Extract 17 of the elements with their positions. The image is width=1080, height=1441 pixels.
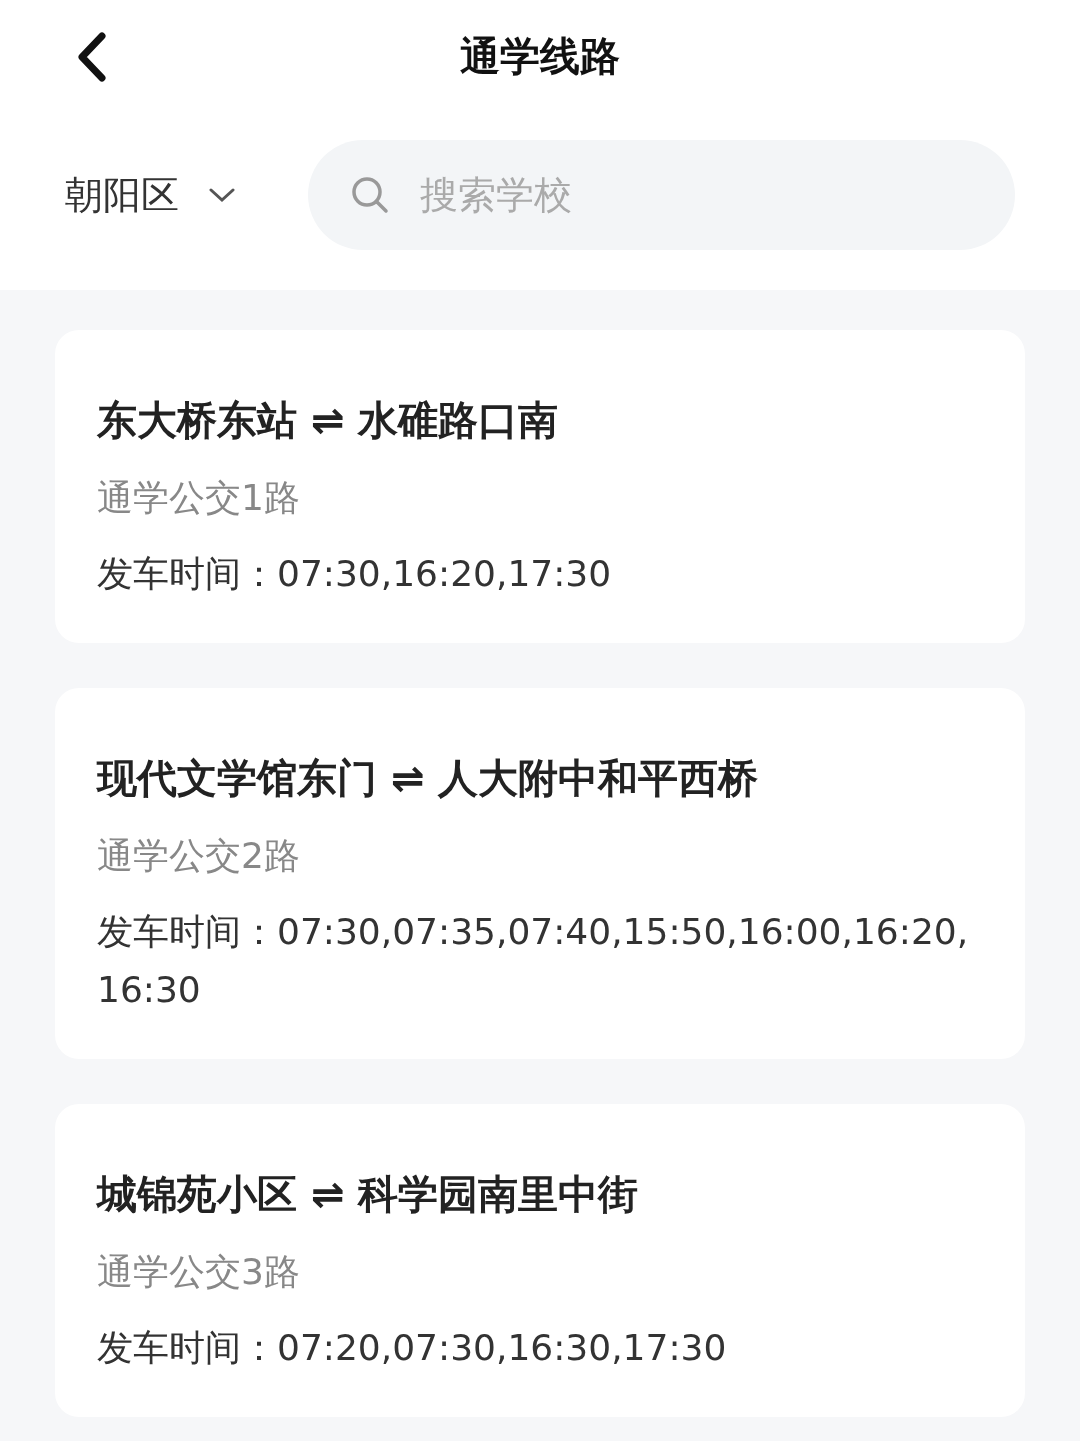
search-icon [350, 175, 390, 215]
route-card[interactable]: 城锦苑小区 ⇌ 科学园南里中街 通学公交3路 发车时间：07:20,07:30,16:30,17:30 [55, 1104, 1025, 1417]
page-title: 通学线路 [460, 32, 620, 81]
route-card[interactable]: 东大桥东站 ⇌ 水碓路口南 通学公交1路 发车时间：07:30,16:20,17:30 [55, 330, 1025, 643]
departure-times: 发车时间：07:30,07:35,07:40,15:50,16:00,16:20,16:30 [97, 910, 970, 1012]
bus-line-name: 通学公交3路 [97, 1250, 301, 1294]
route-card[interactable]: 现代文学馆东门 ⇌ 人大附中和平西桥 通学公交2路 发车时间：07:30,07:35,07:40,15:50,16:00,16:20,16:30 [55, 688, 1025, 1059]
bus-line-name: 通学公交2路 [97, 834, 301, 878]
search-field[interactable]: 搜索学校 [308, 140, 1015, 250]
district-dropdown[interactable]: 朝阳区 [65, 166, 308, 224]
route-title: 现代文学馆东门 ⇌ 人大附中和平西桥 [97, 754, 760, 803]
bus-line-name: 通学公交1路 [97, 476, 301, 520]
departure-times: 发车时间：07:30,16:20,17:30 [97, 552, 613, 596]
route-title: 东大桥东站 ⇌ 水碓路口南 [97, 396, 560, 445]
chevron-down-icon [209, 187, 235, 203]
departure-times: 发车时间：07:20,07:30,16:30,17:30 [97, 1326, 728, 1370]
route-title: 城锦苑小区 ⇌ 科学园南里中街 [97, 1170, 640, 1219]
